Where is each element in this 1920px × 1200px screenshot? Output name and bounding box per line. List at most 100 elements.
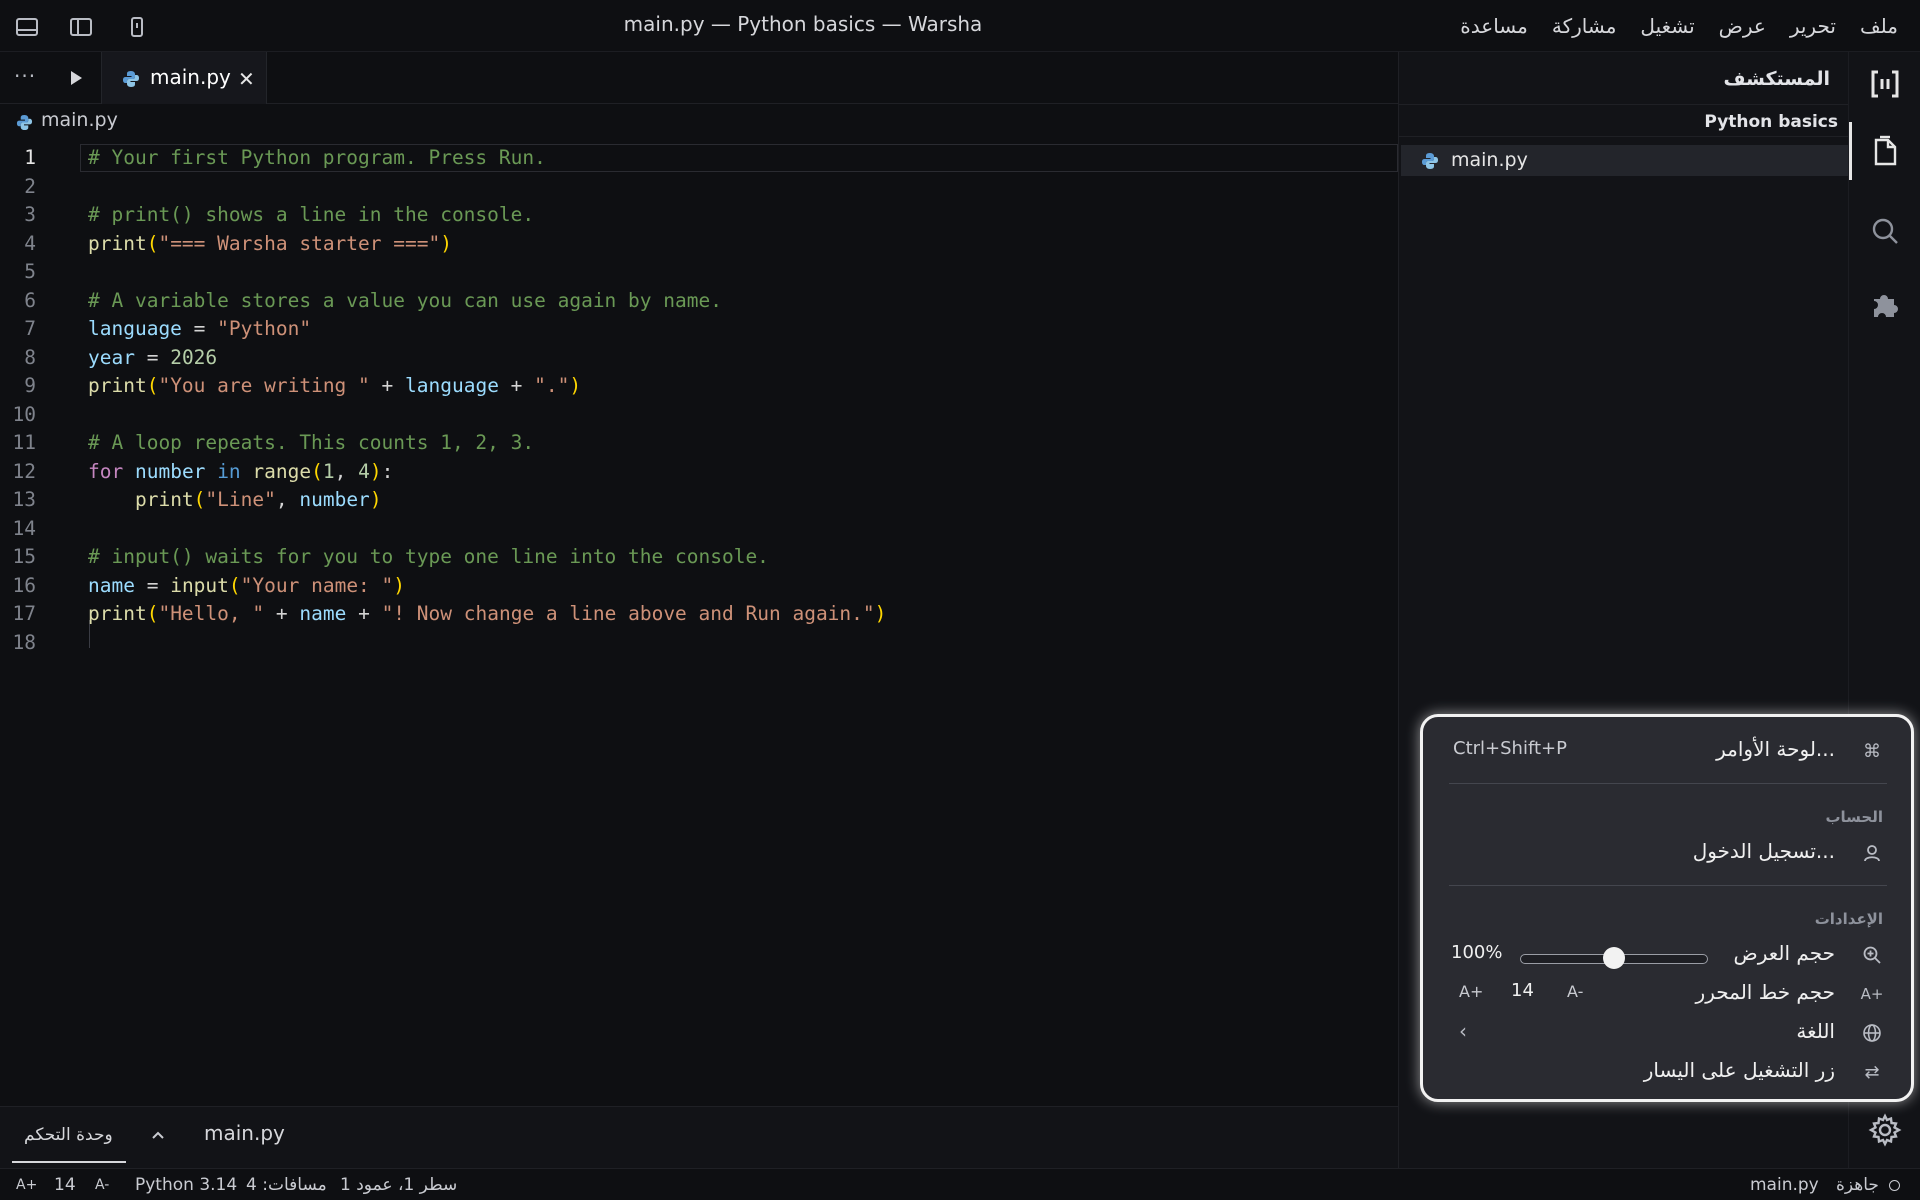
status-python-version[interactable]: Python 3.14: [135, 1175, 237, 1195]
code-text: print("Line", number): [88, 486, 382, 514]
sidebar-divider: [1399, 136, 1848, 137]
line-number: 14: [12, 516, 36, 540]
code-token-var: name: [88, 573, 135, 597]
tab-main-py[interactable]: main.py ✕: [101, 52, 267, 104]
menu-item-sign-in[interactable]: تسجيل الدخول...: [1423, 835, 1911, 869]
editor-font-decrease-button[interactable]: A-: [1567, 982, 1583, 1001]
code-token-paren: (: [146, 602, 159, 625]
tab-label: main.py: [150, 65, 231, 89]
code-token-paren: ): [874, 602, 887, 625]
line-number: 16: [12, 573, 36, 597]
status-ready-label: جاهزة: [1836, 1175, 1879, 1195]
settings-section-header: الإعدادات: [1814, 910, 1883, 928]
code-token-plain: +: [369, 374, 406, 397]
line-number: 5: [24, 260, 36, 283]
tab-close-icon[interactable]: ✕: [238, 67, 255, 91]
code-token-plain: ,: [334, 459, 359, 483]
run-play-icon[interactable]: [68, 69, 84, 87]
status-spaces[interactable]: مسافات: 4: [246, 1175, 327, 1195]
status-bar: A+ 14 A- Python 3.14 مسافات: 4 سطر 1، عم…: [0, 1168, 1920, 1200]
code-line[interactable]: 4 print("=== Warsha starter ==="): [0, 230, 1398, 258]
code-line[interactable]: 1 # Your first Python program. Press Run.: [0, 144, 1398, 172]
code-line[interactable]: 2: [0, 173, 1398, 201]
zoom-label: حجم العرض: [1733, 941, 1835, 965]
code-line[interactable]: 6 # A variable stores a value you can use…: [0, 287, 1398, 315]
editor-font-size-value: 14: [1511, 980, 1534, 1001]
code-token-paren: (: [311, 459, 323, 483]
tab-console[interactable]: وحدة التحكم: [12, 1107, 126, 1163]
code-token-plain: =: [134, 573, 171, 597]
code-line[interactable]: 16 name = input("Your name: "): [0, 572, 1398, 600]
code-line[interactable]: 13 print("Line", number): [0, 486, 1398, 514]
code-text: # input() waits for you to type one line…: [88, 543, 769, 571]
code-line[interactable]: 5: [0, 258, 1398, 286]
globe-icon: [1861, 1022, 1883, 1044]
code-token-str: "You are writing ": [158, 374, 370, 397]
code-line[interactable]: 11 # A loop repeats. This counts 1, 2, 3.: [0, 429, 1398, 457]
code-token-fn: print: [88, 602, 147, 625]
code-text: name = input("Your name: "): [88, 572, 405, 600]
panel-file-label: main.py: [204, 1121, 285, 1145]
status-ready: جاهزة: [1836, 1175, 1901, 1195]
console-tab-label: وحدة التحكم: [24, 1125, 113, 1145]
title-bar: main.py — Python basics — Warsha ملف تحر…: [0, 0, 1920, 52]
code-token-paren: (: [228, 573, 241, 597]
search-icon[interactable]: [1863, 209, 1907, 253]
user-icon: [1861, 842, 1883, 864]
line-number: 1: [24, 146, 36, 169]
swap-arrows-icon: ⇄: [1864, 1061, 1880, 1083]
status-font-increase[interactable]: A+: [16, 1177, 37, 1193]
code-line[interactable]: 9 print("You are writing " + language + "…: [0, 372, 1398, 400]
code-line[interactable]: 10: [0, 401, 1398, 429]
chevron-up-icon[interactable]: [150, 1129, 166, 1141]
code-token-fn: input: [170, 573, 229, 597]
project-name[interactable]: Python basics: [1704, 112, 1838, 132]
menu-divider: [1449, 885, 1887, 886]
menu-divider: [1449, 783, 1887, 784]
code-token-var: number: [134, 459, 206, 483]
breadcrumb-file[interactable]: main.py: [41, 109, 118, 131]
status-cursor-position[interactable]: سطر 1، عمود 1: [340, 1175, 457, 1195]
menu-file[interactable]: ملف: [1860, 14, 1898, 38]
code-editor[interactable]: 1 # Your first Python program. Press Run.…: [0, 140, 1398, 1106]
settings-gear-icon[interactable]: [1863, 1108, 1907, 1152]
code-token-plain: +: [498, 374, 535, 397]
chevron-left-icon: ‹: [1459, 1019, 1467, 1043]
menu-view[interactable]: عرض: [1719, 14, 1766, 38]
zoom-slider-thumb[interactable]: [1603, 947, 1625, 969]
code-token-paren: ): [569, 374, 582, 397]
code-line[interactable]: 15 # input() waits for you to type one li…: [0, 543, 1398, 571]
code-line[interactable]: 3 # print() shows a line in the console.: [0, 201, 1398, 229]
code-line[interactable]: 7 language = "Python": [0, 315, 1398, 343]
code-token-var: number: [299, 488, 370, 511]
code-line[interactable]: 18: [0, 629, 1398, 657]
code-line[interactable]: 14: [0, 515, 1398, 543]
line-number: 2: [24, 174, 36, 198]
menu-share[interactable]: مشاركة: [1552, 14, 1617, 38]
font-size-icon: A+: [1860, 985, 1884, 1003]
menu-item-run-button-left[interactable]: ⇄ زر التشغيل على اليسار: [1423, 1054, 1911, 1088]
code-line[interactable]: 8 year = 2026: [0, 344, 1398, 372]
menu-edit[interactable]: تحرير: [1790, 14, 1836, 38]
menu-help[interactable]: مساعدة: [1460, 14, 1528, 38]
more-actions-icon[interactable]: ···: [14, 64, 36, 88]
code-text: # A loop repeats. This counts 1, 2, 3.: [88, 429, 534, 457]
code-text: # A variable stores a value you can use …: [88, 287, 722, 315]
editor-font-increase-button[interactable]: A+: [1459, 982, 1483, 1001]
extensions-puzzle-icon[interactable]: [1863, 282, 1907, 326]
status-font-decrease[interactable]: A-: [95, 1177, 109, 1193]
code-token-str: "Line": [205, 488, 276, 511]
file-item-main-py[interactable]: main.py: [1401, 145, 1848, 176]
explorer-files-icon[interactable]: [1863, 129, 1907, 173]
code-token-plain: =: [134, 345, 171, 369]
code-text: for number in range(1, 4):: [88, 458, 393, 486]
code-token-kw2: in: [217, 459, 241, 483]
menu-item-language[interactable]: اللغة ‹: [1423, 1015, 1911, 1049]
code-line[interactable]: 12 for number in range(1, 4):: [0, 458, 1398, 486]
menu-run[interactable]: تشغيل: [1640, 14, 1694, 38]
zoom-value: 100%: [1451, 942, 1503, 963]
code-line[interactable]: 17 print("Hello, " + name + "! Now change…: [0, 600, 1398, 628]
menu-item-command-palette[interactable]: ⌘ لوحة الأوامر... Ctrl+Shift+P: [1423, 733, 1911, 767]
